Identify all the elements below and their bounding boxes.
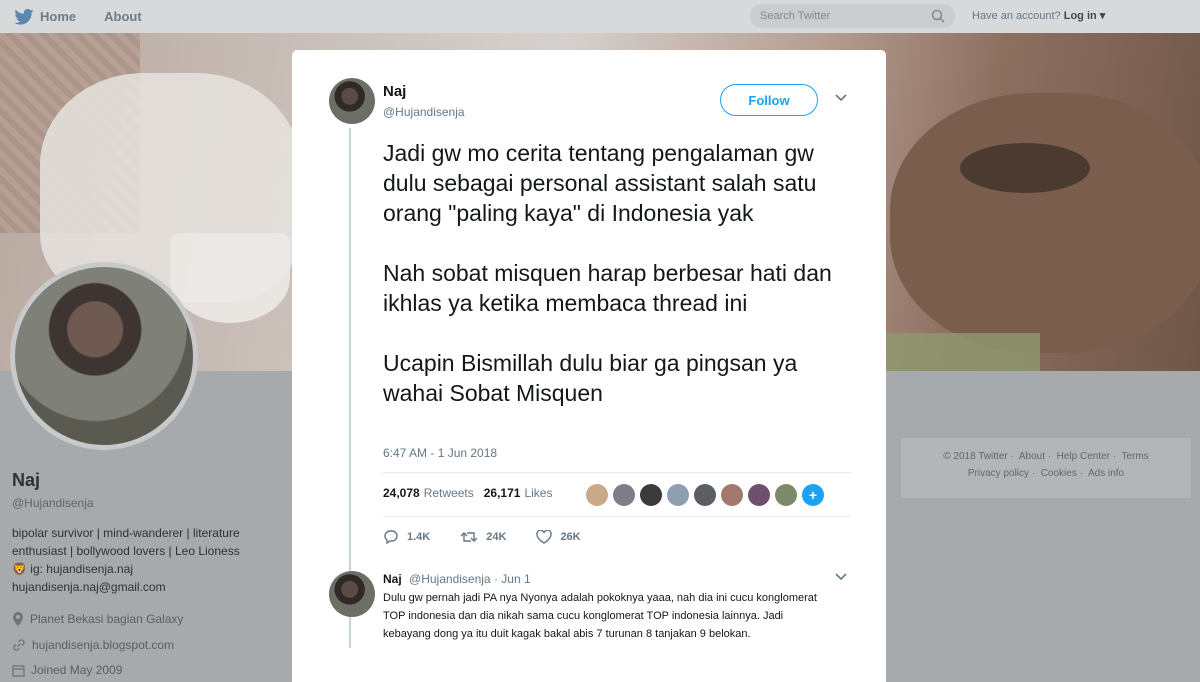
joined-text: Joined May 2009 [31, 663, 123, 677]
top-nav: Home About Search Twitter Have an accoun… [0, 0, 1200, 33]
profile-avatar[interactable] [10, 262, 198, 450]
nav-about[interactable]: About [104, 9, 142, 24]
profile-bio: bipolar survivor | mind-wanderer | liter… [12, 524, 282, 596]
like-count: 26K [560, 531, 581, 543]
liker-avatar[interactable] [694, 484, 716, 506]
likes-label[interactable]: Likes [524, 486, 552, 500]
calendar-icon [12, 664, 25, 677]
tweet-modal: Naj @Hujandisenja Follow Jadi gw mo ceri… [292, 50, 886, 682]
search-icon[interactable] [931, 9, 945, 23]
liker-avatar[interactable] [613, 484, 635, 506]
link-icon [13, 639, 25, 651]
bio-line: 🦁 ig: hujandisenja.naj [12, 560, 282, 578]
footer-links: © 2018 Twitter · About · Help Center · T… [901, 438, 1191, 498]
website-text[interactable]: hujandisenja.blogspot.com [32, 638, 174, 652]
location-pin-icon [13, 612, 23, 626]
tweet-paragraph: Ucapin Bismillah dulu biar ga pingsan ya… [383, 350, 798, 406]
bio-instagram: ig: hujandisenja.naj [30, 562, 134, 576]
heart-icon [536, 530, 553, 544]
divider [383, 516, 851, 517]
cover-guitar-shape [890, 93, 1200, 353]
cover-book-shape [880, 333, 1040, 371]
tweet-author-avatar[interactable] [329, 78, 375, 124]
retweets-label[interactable]: Retweets [424, 486, 474, 500]
liker-avatar[interactable] [667, 484, 689, 506]
bio-line: enthusiast | bollywood lovers | Leo Lion… [12, 544, 240, 558]
bio-line: bipolar survivor | mind-wanderer | liter… [12, 526, 240, 540]
account-prompt-text: Have an account? [972, 10, 1061, 22]
reply-button[interactable]: 1.4K [383, 530, 430, 544]
reply-count: 1.4K [407, 531, 431, 543]
divider [383, 472, 851, 473]
retweet-button[interactable]: 24K [460, 530, 506, 544]
reply-text: Dulu gw pernah jadi PA nya Nyonya adalah… [383, 592, 817, 640]
nav-home[interactable]: Home [14, 8, 77, 25]
liker-avatar[interactable] [775, 484, 797, 506]
liker-avatar[interactable] [586, 484, 608, 506]
account-prompt: Have an account? Log in ▾ [972, 9, 1105, 22]
footer-privacy-link[interactable]: Privacy policy [968, 468, 1029, 479]
nav-home-label: Home [40, 9, 77, 24]
footer-row-2: Privacy policy · Cookies · Ads info [967, 468, 1125, 479]
footer-copyright: © 2018 Twitter [943, 451, 1008, 462]
search-input[interactable]: Search Twitter [750, 4, 955, 28]
retweet-count: 24K [486, 531, 507, 543]
location-text: Planet Bekasi bagian Galaxy [30, 612, 184, 626]
liker-avatar[interactable] [748, 484, 770, 506]
retweets-count[interactable]: 24,078 [383, 486, 420, 500]
follow-button[interactable]: Follow [720, 84, 818, 116]
login-caret-icon[interactable]: ▾ [1097, 10, 1106, 22]
tweet-actions: 1.4K 24K 26K [383, 530, 611, 544]
search-placeholder: Search Twitter [760, 10, 831, 22]
tweet-text: Jadi gw mo cerita tentang pengalaman gw … [383, 138, 863, 438]
profile-joined: Joined May 2009 [12, 663, 122, 677]
reply-header: Naj @Hujandisenja · Jun 1 [383, 572, 531, 586]
tweet-stats: 24,078 Retweets 26,171 Likes [383, 486, 562, 500]
retweet-icon [460, 532, 478, 542]
reply-author-name[interactable]: Naj [383, 572, 402, 586]
tweet-author-handle[interactable]: @Hujandisenja [383, 105, 465, 119]
profile-location: Planet Bekasi bagian Galaxy [12, 612, 183, 626]
footer-cookies-link[interactable]: Cookies [1041, 468, 1077, 479]
footer-terms-link[interactable]: Terms [1122, 451, 1149, 462]
profile-name: Naj [12, 470, 41, 490]
liker-avatar[interactable] [640, 484, 662, 506]
footer-about-link[interactable]: About [1019, 451, 1045, 462]
chevron-down-icon[interactable] [835, 94, 847, 102]
tweet-paragraph: Jadi gw mo cerita tentang pengalaman gw … [383, 140, 817, 226]
profile-handle: @Hujandisenja [12, 496, 94, 510]
tweet-paragraph: Nah sobat misquen harap berbesar hati da… [383, 260, 832, 316]
nav-about-label: About [104, 9, 142, 24]
like-button[interactable]: 26K [536, 530, 581, 544]
bio-email: hujandisenja.naj@gmail.com [12, 580, 166, 594]
cover-guitar-hole-shape [960, 143, 1090, 193]
twitter-bird-icon [14, 8, 34, 25]
footer-help-link[interactable]: Help Center [1057, 451, 1110, 462]
reply-icon [384, 530, 398, 544]
chevron-down-icon[interactable] [835, 573, 847, 581]
cover-cup-shape [170, 233, 290, 323]
thread-line [349, 128, 351, 648]
likes-count[interactable]: 26,171 [484, 486, 521, 500]
footer-ads-link[interactable]: Ads info [1088, 468, 1124, 479]
liker-avatars: + [586, 484, 829, 506]
lion-emoji-icon: 🦁 [12, 562, 27, 576]
tweet-author-name[interactable]: Naj [383, 83, 406, 100]
reply-author-handle[interactable]: @Hujandisenja [409, 572, 491, 586]
reply-date[interactable]: · Jun 1 [494, 572, 531, 586]
footer-row-1: © 2018 Twitter · About · Help Center · T… [943, 451, 1149, 462]
more-likers-icon[interactable]: + [802, 484, 824, 506]
profile-website[interactable]: hujandisenja.blogspot.com [12, 638, 174, 652]
reply-author-avatar[interactable] [329, 571, 375, 617]
liker-avatar[interactable] [721, 484, 743, 506]
login-link[interactable]: Log in [1064, 10, 1097, 22]
tweet-timestamp[interactable]: 6:47 AM - 1 Jun 2018 [383, 446, 497, 460]
